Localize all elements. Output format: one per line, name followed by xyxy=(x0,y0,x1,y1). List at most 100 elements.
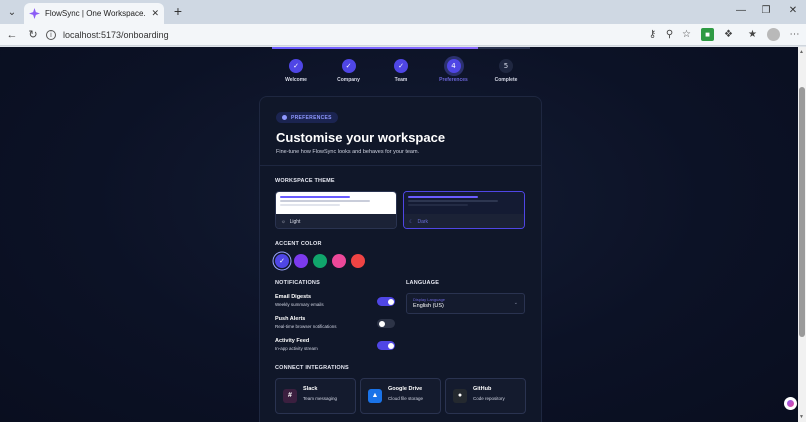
profile-avatar[interactable] xyxy=(767,28,780,41)
accent-section-label: ACCENT COLOR xyxy=(275,241,322,247)
toggle-knob xyxy=(387,342,394,349)
notifications-section-label: NOTIFICATIONS xyxy=(275,280,320,286)
integration-description: Team messaging xyxy=(303,396,338,401)
step-welcome: ✓ Welcome xyxy=(270,59,322,83)
menu-dots-icon[interactable]: ⋯ xyxy=(788,28,801,41)
divider xyxy=(260,165,541,166)
url-text: localhost:5173/onboarding xyxy=(63,30,169,40)
browser-tab[interactable]: FlowSync | One Workspace. Every ✕ xyxy=(24,3,164,24)
tab-list-chevron-icon[interactable]: ⌄ xyxy=(4,4,20,20)
assistant-fab-button[interactable] xyxy=(784,397,797,410)
dark-theme-preview xyxy=(404,192,524,214)
check-icon: ✓ xyxy=(341,59,356,73)
dark-theme-label: Dark xyxy=(417,219,429,225)
assistant-logo-icon xyxy=(787,400,794,407)
progress-bar xyxy=(272,47,530,49)
toggle-knob xyxy=(378,320,385,327)
integration-description: Code repository xyxy=(473,396,505,401)
step-team: ✓ Team xyxy=(375,59,427,83)
step-label: Preferences xyxy=(439,77,468,83)
sun-icon: ☼ xyxy=(281,219,286,225)
light-theme-preview xyxy=(276,192,396,214)
step-label: Company xyxy=(337,77,360,83)
integration-name: GitHub xyxy=(473,386,492,392)
site-info-icon[interactable]: i xyxy=(46,30,56,40)
light-theme-label: Light xyxy=(289,219,301,225)
page-subtitle: Fine-tune how FlowSync looks and behaves… xyxy=(276,149,420,155)
integration-card-github[interactable]: ● GitHub Code repository xyxy=(445,378,526,414)
integration-description: Cloud file storage xyxy=(388,396,424,401)
browser-tab-bar: ⌄ FlowSync | One Workspace. Every ✕ + — … xyxy=(0,0,806,24)
key-icon[interactable]: ⚷ xyxy=(646,28,659,41)
notification-row: Email Digests Weekly summary emails xyxy=(275,294,395,310)
step-number: 5 xyxy=(499,59,513,73)
extension-icon[interactable]: ■ xyxy=(701,28,714,41)
accent-swatch[interactable] xyxy=(294,254,308,268)
google-drive-icon: ▲ xyxy=(368,389,382,403)
check-icon: ✓ xyxy=(289,59,303,73)
dark-theme-footer: ☾ Dark xyxy=(404,214,524,228)
light-theme-footer: ☼ Light xyxy=(276,214,396,228)
integration-card-google-drive[interactable]: ▲ Google Drive Cloud file storage xyxy=(360,378,441,414)
page-scrollbar[interactable]: ▲ ▼ xyxy=(798,47,806,422)
moon-icon: ☾ xyxy=(409,219,414,225)
integration-name: Google Drive xyxy=(388,386,423,392)
step-company: ✓ Company xyxy=(323,59,375,83)
zoom-icon[interactable]: ⚲ xyxy=(663,28,676,41)
check-icon: ✓ xyxy=(279,257,285,265)
pill-label: PREFERENCES xyxy=(291,114,332,121)
accent-swatch[interactable]: ✓ xyxy=(275,254,289,268)
language-hint: Display Language xyxy=(413,297,446,302)
favorites-icon[interactable]: ★ xyxy=(746,28,759,41)
scroll-up-icon[interactable]: ▲ xyxy=(799,49,804,55)
step-label: Team xyxy=(394,77,408,83)
flowsync-favicon-icon xyxy=(29,8,40,19)
toggle-knob xyxy=(387,298,394,305)
reload-icon[interactable]: ↻ xyxy=(26,28,40,42)
notification-toggle[interactable] xyxy=(377,297,395,306)
github-icon: ● xyxy=(453,389,467,403)
bookmark-star-icon[interactable]: ☆ xyxy=(680,28,693,41)
window-close-icon[interactable]: ✕ xyxy=(786,4,800,18)
extensions-puzzle-icon[interactable]: ❖ xyxy=(722,28,735,41)
theme-option-light[interactable]: ☼ Light xyxy=(275,191,397,229)
language-select[interactable]: Display Language English (US) ⌄ xyxy=(406,293,525,314)
accent-swatches: ✓ xyxy=(275,254,365,268)
language-value: English (US) xyxy=(413,303,444,309)
integrations-section-label: CONNECT INTEGRATIONS xyxy=(275,365,349,371)
back-icon[interactable]: ← xyxy=(5,28,19,42)
scrollbar-thumb[interactable] xyxy=(799,87,805,337)
notification-row: Push Alerts Real-time browser notificatio… xyxy=(275,316,395,332)
notification-toggle[interactable] xyxy=(377,341,395,350)
accent-swatch[interactable] xyxy=(351,254,365,268)
url-field[interactable]: i localhost:5173/onboarding xyxy=(46,26,696,44)
theme-section-label: WORKSPACE THEME xyxy=(275,178,335,184)
tab-title: FlowSync | One Workspace. Every xyxy=(45,9,147,18)
language-section-label: LANGUAGE xyxy=(406,280,440,286)
step-number: 4 xyxy=(446,59,461,73)
step-label: Welcome xyxy=(285,77,307,83)
theme-option-dark[interactable]: ☾ Dark xyxy=(403,191,525,229)
notification-row: Activity Feed In-app activity stream xyxy=(275,338,395,354)
integration-name: Slack xyxy=(303,386,318,392)
accent-swatch[interactable] xyxy=(332,254,346,268)
page-viewport: ✓ Welcome ✓ Company ✓ Team 4 Preferences 5 Comple… xyxy=(0,47,798,422)
step-label: Complete xyxy=(494,77,518,83)
check-icon: ✓ xyxy=(394,59,408,73)
step-preferences: 4 Preferences xyxy=(428,59,480,83)
notification-toggle[interactable] xyxy=(377,319,395,328)
progress-bar-fill xyxy=(272,47,479,49)
restore-icon[interactable]: ❐ xyxy=(759,4,773,18)
step-complete: 5 Complete xyxy=(480,59,532,83)
onboarding-stepper: ✓ Welcome ✓ Company ✓ Team 4 Preferences 5 Comple… xyxy=(270,59,532,85)
scroll-down-icon[interactable]: ▼ xyxy=(799,414,804,420)
tab-close-icon[interactable]: ✕ xyxy=(151,8,159,19)
section-pill: PREFERENCES xyxy=(276,112,338,123)
pill-dot-icon xyxy=(282,115,287,120)
new-tab-icon[interactable]: + xyxy=(171,4,185,18)
accent-swatch[interactable] xyxy=(313,254,327,268)
slack-icon: # xyxy=(283,389,297,403)
minimize-icon[interactable]: — xyxy=(734,4,748,18)
chevron-down-icon: ⌄ xyxy=(513,300,518,306)
integration-card-slack[interactable]: # Slack Team messaging xyxy=(275,378,356,414)
